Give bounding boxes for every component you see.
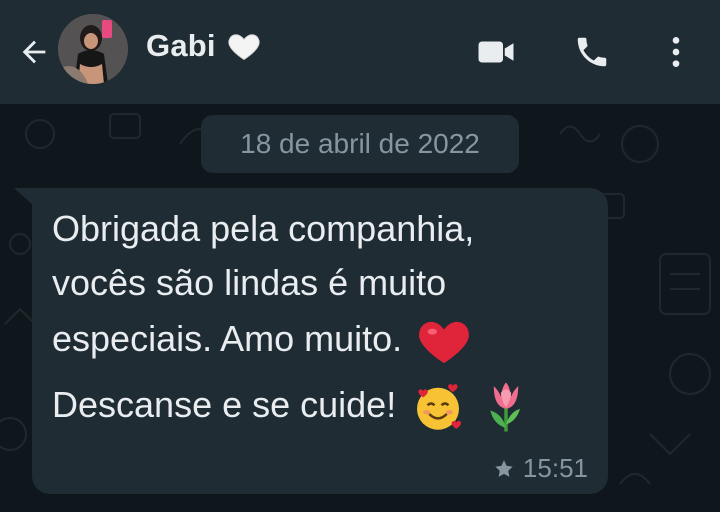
message-line-with-emoji: Descanse e se cuide! (52, 368, 592, 438)
message-meta: 15:51 (493, 453, 588, 484)
star-icon (495, 459, 513, 477)
videocam-icon (478, 41, 514, 63)
arrow-left-icon (22, 40, 46, 64)
avatar-photo (58, 14, 128, 84)
date-label: 18 de abril de 2022 (240, 128, 480, 159)
message-text: Obrigada pela companhia, vocês são linda… (52, 202, 592, 438)
message-bubble[interactable]: Obrigada pela companhia, vocês são linda… (32, 188, 608, 494)
back-button[interactable] (14, 32, 54, 72)
bubble-tail (14, 188, 34, 206)
contact-name-text: Gabi (146, 28, 216, 63)
more-vert-icon (672, 37, 680, 67)
message-line-with-emoji: especiais. Amo muito. (52, 310, 592, 368)
chat-screen: Gabi 18 de abril de 2022 Obrigada pela c… (0, 0, 720, 512)
contact-avatar[interactable] (58, 14, 128, 84)
message-line: Descanse e se cuide! (52, 384, 397, 425)
smiling-face-with-hearts-icon (417, 384, 462, 431)
message-line: Obrigada pela companhia, (52, 208, 475, 249)
voice-call-button[interactable] (570, 30, 614, 74)
phone-icon (577, 37, 607, 67)
red-heart-icon (419, 322, 470, 364)
white-heart-icon (228, 34, 260, 61)
message-line: especiais. Amo muito. (52, 318, 403, 359)
more-options-button[interactable] (654, 30, 698, 74)
message-line: vocês são lindas é muito (52, 262, 447, 303)
tulip-icon (490, 382, 521, 432)
chat-header: Gabi (0, 0, 720, 104)
contact-name[interactable]: Gabi (146, 28, 262, 64)
video-call-button[interactable] (474, 30, 518, 74)
date-separator: 18 de abril de 2022 (201, 115, 519, 173)
message-time: 15:51 (522, 453, 588, 483)
